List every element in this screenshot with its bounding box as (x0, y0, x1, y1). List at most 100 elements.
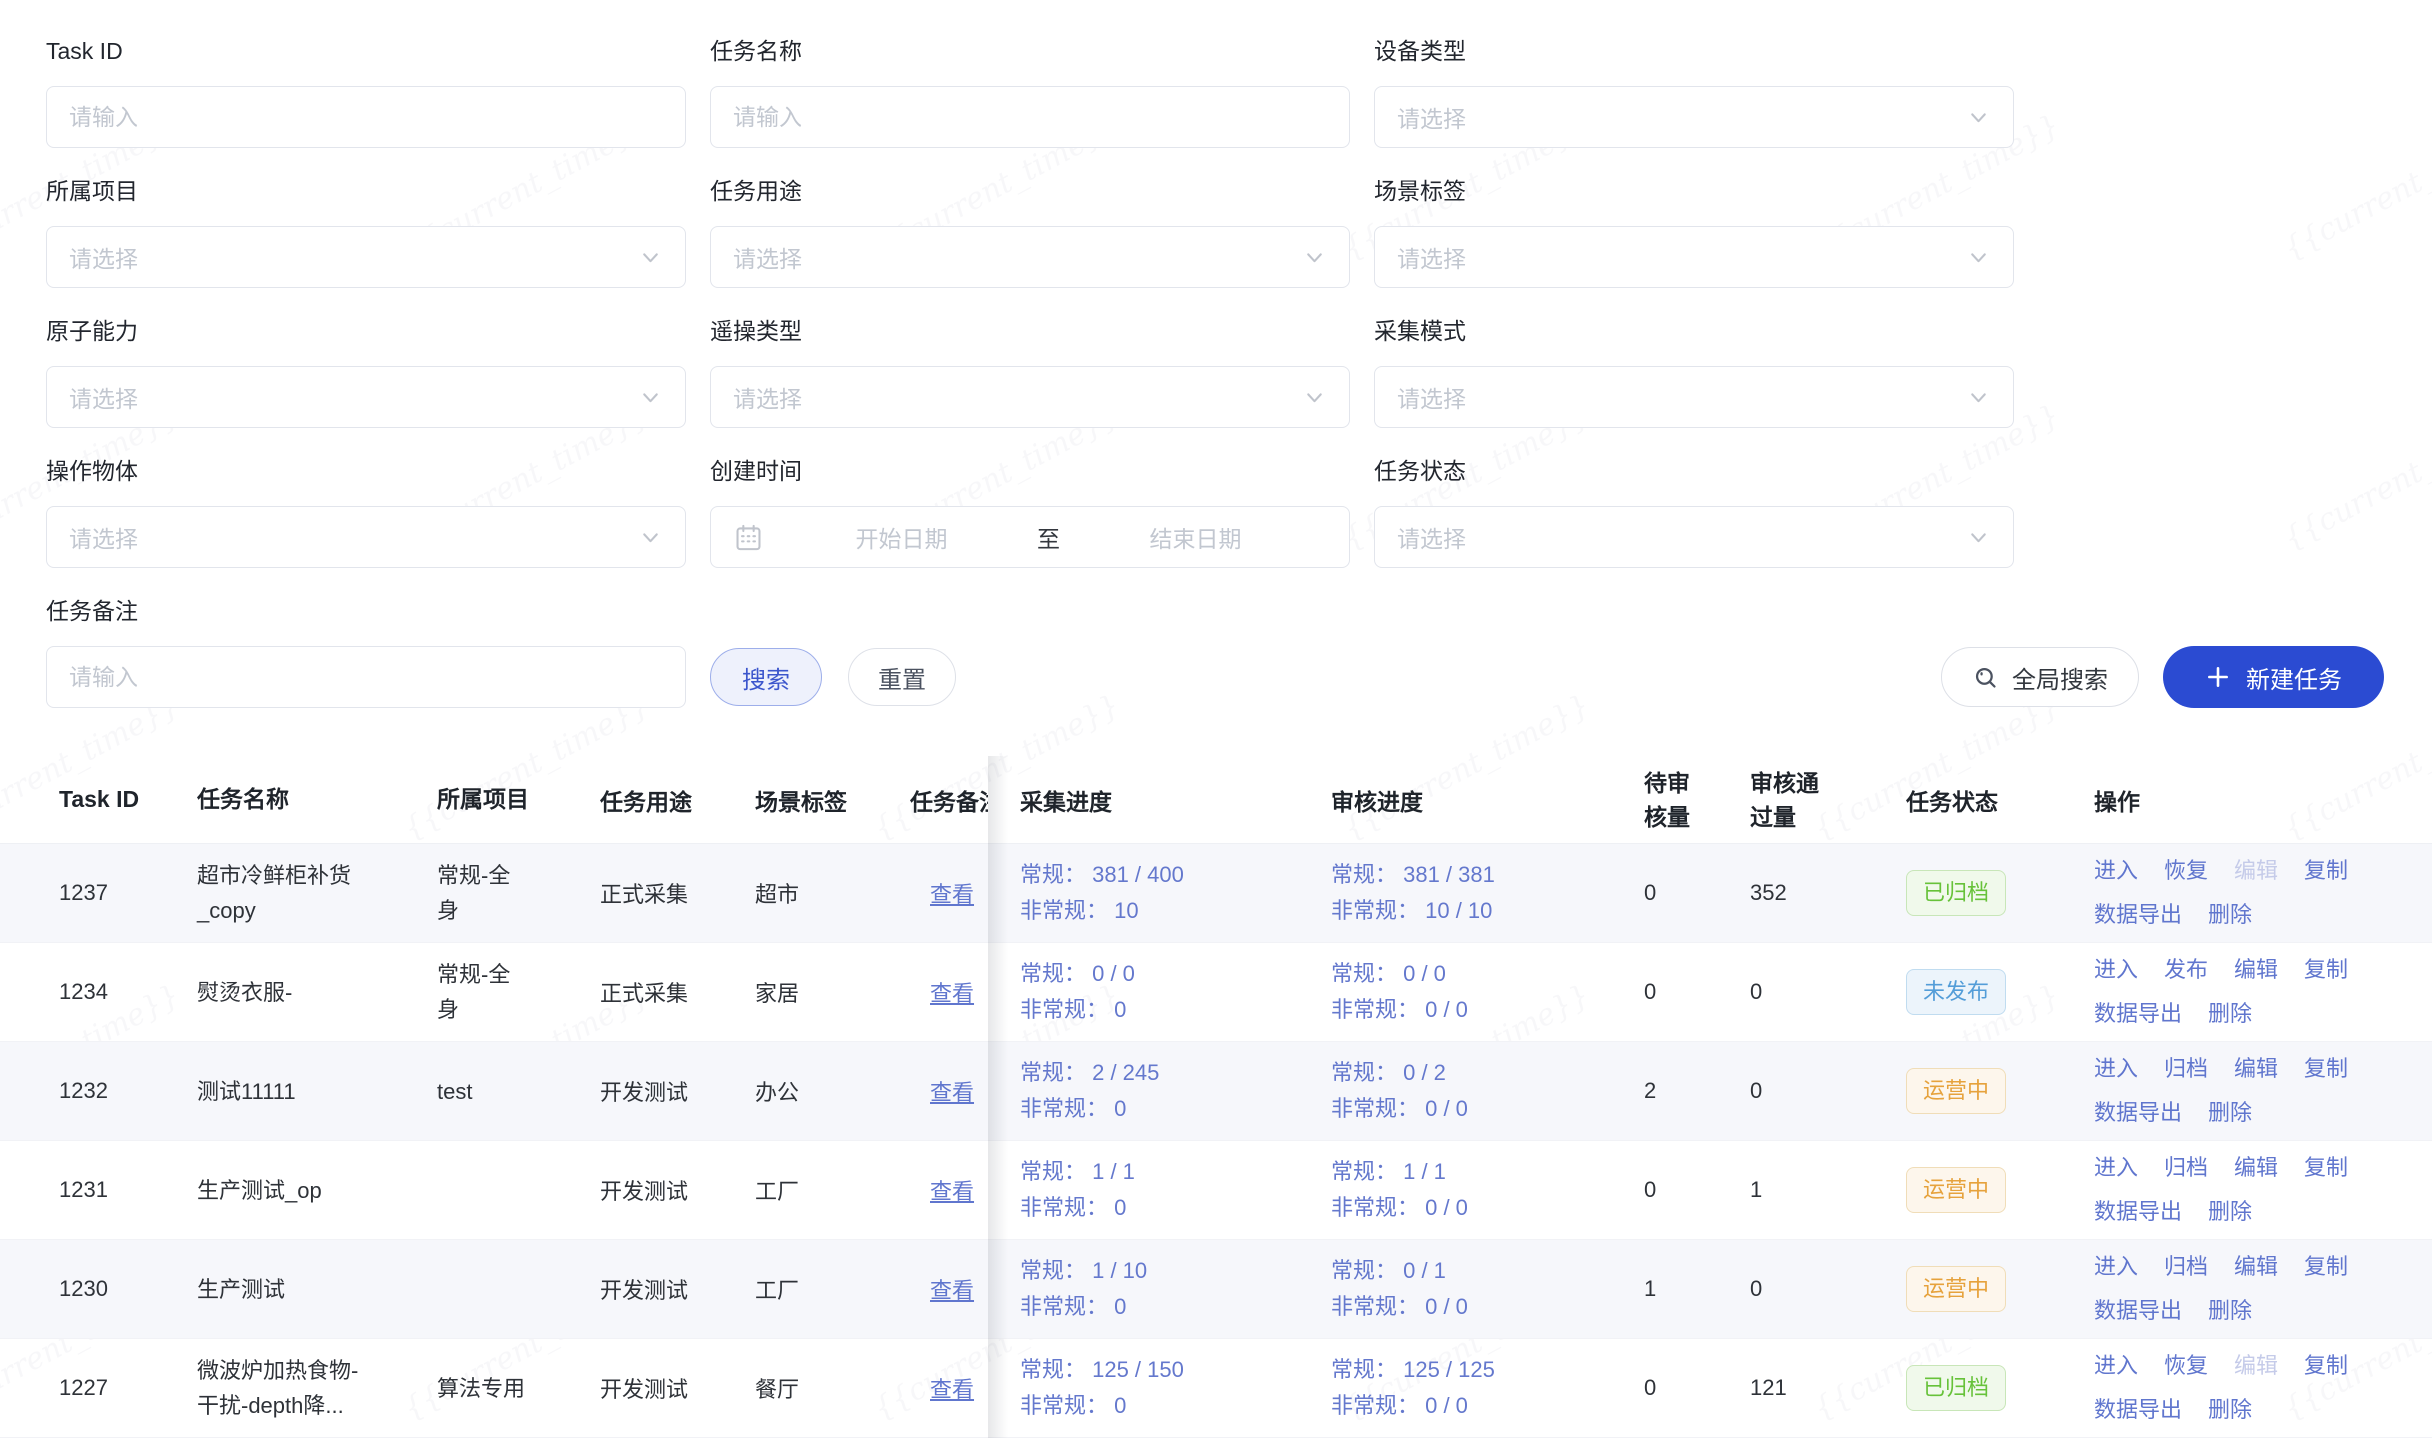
filter-field-task-name: 任务名称 (710, 36, 1350, 148)
action-link[interactable]: 数据导出 (2094, 1096, 2182, 1130)
remark-view-link[interactable]: 查看 (930, 981, 974, 1006)
progress-regular: 常规： 0 / 1 (1331, 1253, 1636, 1289)
action-link[interactable]: 编辑 (2234, 1052, 2278, 1086)
search-button[interactable]: 搜索 (710, 648, 822, 706)
action-link[interactable]: 进入 (2094, 1349, 2138, 1383)
progress-irregular: 非常规： 0 / 0 (1331, 992, 1636, 1028)
create-task-button[interactable]: 新建任务 (2163, 646, 2384, 708)
atomic-ability-select[interactable]: 请选择 (46, 366, 686, 428)
device-type-select[interactable]: 请选择 (1374, 86, 2014, 148)
create-time-range-picker[interactable]: 开始日期至结束日期 (710, 506, 1350, 568)
cell-review-progress: 常规： 0 / 0非常规： 0 / 0 (1331, 956, 1636, 1028)
task-id-input[interactable] (69, 104, 663, 131)
action-link[interactable]: 删除 (2208, 997, 2252, 1031)
progress-regular: 常规： 381 / 381 (1331, 857, 1636, 893)
cell-pending-count: 0 (1636, 880, 1726, 906)
action-link[interactable]: 数据导出 (2094, 898, 2182, 932)
action-link[interactable]: 删除 (2208, 1195, 2252, 1229)
table-row: 1230生产测试开发测试工厂查看常规： 1 / 10非常规： 0常规： 0 / … (0, 1240, 2432, 1339)
action-link[interactable]: 数据导出 (2094, 1294, 2182, 1328)
cell-remark: 查看 (910, 877, 988, 909)
action-link[interactable]: 发布 (2164, 953, 2208, 987)
action-link[interactable]: 恢复 (2164, 854, 2208, 888)
action-link[interactable]: 复制 (2304, 1052, 2348, 1086)
cell-remark: 查看 (910, 1075, 988, 1107)
action-link[interactable]: 删除 (2208, 1393, 2252, 1427)
action-link[interactable]: 进入 (2094, 953, 2138, 987)
filter-field-task-id: Task ID (46, 36, 686, 148)
action-link[interactable]: 数据导出 (2094, 1195, 2182, 1229)
global-search-button[interactable]: 全局搜索 (1941, 647, 2139, 707)
progress-irregular: 非常规： 0 / 0 (1331, 1289, 1636, 1325)
cell-collect-progress: 常规： 125 / 150非常规： 0 (988, 1352, 1331, 1424)
teleop-type-label: 遥操类型 (710, 316, 1350, 346)
remark-view-link[interactable]: 查看 (930, 1179, 974, 1204)
task-purpose-select[interactable]: 请选择 (710, 226, 1350, 288)
task-name-input[interactable] (733, 104, 1327, 131)
remark-view-link[interactable]: 查看 (930, 1080, 974, 1105)
operate-object-select[interactable]: 请选择 (46, 506, 686, 568)
action-link[interactable]: 删除 (2208, 898, 2252, 932)
cell-project: 算法专用 (437, 1371, 600, 1406)
action-link[interactable]: 进入 (2094, 1151, 2138, 1185)
header-actions: 全局搜索 新建任务 (1941, 646, 2384, 708)
scene-tag-select[interactable]: 请选择 (1374, 226, 2014, 288)
progress-irregular: 非常规： 0 (1020, 1388, 1331, 1424)
date-range-separator: 至 (1033, 520, 1064, 554)
task-status-select[interactable]: 请选择 (1374, 506, 2014, 568)
action-link[interactable]: 进入 (2094, 854, 2138, 888)
cell-pending-count: 2 (1636, 1078, 1726, 1104)
chevron-down-icon (1966, 525, 1991, 550)
action-link[interactable]: 数据导出 (2094, 997, 2182, 1031)
remark-view-link[interactable]: 查看 (930, 1278, 974, 1303)
cell-status: 未发布 (1846, 969, 2074, 1015)
action-link[interactable]: 数据导出 (2094, 1393, 2182, 1427)
action-link[interactable]: 复制 (2304, 1151, 2348, 1185)
cell-task-id: 1231 (0, 1177, 197, 1203)
action-link[interactable]: 恢复 (2164, 1349, 2208, 1383)
chevron-down-icon (638, 385, 663, 410)
cell-task-name: 生产测试_op (197, 1173, 437, 1208)
cell-project: test (437, 1074, 600, 1109)
reset-button[interactable]: 重置 (848, 648, 956, 706)
cell-purpose: 开发测试 (600, 1174, 755, 1206)
cell-scene: 超市 (755, 877, 910, 909)
remark-view-link[interactable]: 查看 (930, 882, 974, 907)
cell-remark: 查看 (910, 976, 988, 1008)
task-status-label: 任务状态 (1374, 456, 2014, 486)
device-type-label: 设备类型 (1374, 36, 2014, 66)
action-link[interactable]: 归档 (2164, 1151, 2208, 1185)
teleop-type-select[interactable]: 请选择 (710, 366, 1350, 428)
task-remark-input[interactable] (69, 664, 663, 691)
progress-regular: 常规： 2 / 245 (1020, 1055, 1331, 1091)
action-link[interactable]: 编辑 (2234, 953, 2278, 987)
col-header-review: 审核进度 (1331, 783, 1636, 817)
progress-regular: 常规： 381 / 400 (1020, 857, 1331, 893)
action-link[interactable]: 归档 (2164, 1052, 2208, 1086)
collect-mode-select[interactable]: 请选择 (1374, 366, 2014, 428)
operate-object-label: 操作物体 (46, 456, 686, 486)
cell-task-name: 超市冷鲜柜补货_copy (197, 858, 437, 928)
action-link[interactable]: 复制 (2304, 854, 2348, 888)
action-link[interactable]: 复制 (2304, 953, 2348, 987)
search-icon (1972, 664, 1999, 691)
start-date-input[interactable]: 开始日期 (770, 520, 1033, 554)
action-link[interactable]: 归档 (2164, 1250, 2208, 1284)
filter-field-task-status: 任务状态请选择 (1374, 456, 2014, 568)
chevron-down-icon (1966, 385, 1991, 410)
end-date-input[interactable]: 结束日期 (1064, 520, 1327, 554)
action-link[interactable]: 复制 (2304, 1349, 2348, 1383)
action-link: 编辑 (2234, 854, 2278, 888)
action-link[interactable]: 删除 (2208, 1096, 2252, 1130)
action-link[interactable]: 删除 (2208, 1294, 2252, 1328)
cell-approved-count: 0 (1726, 979, 1846, 1005)
action-link[interactable]: 复制 (2304, 1250, 2348, 1284)
remark-view-link[interactable]: 查看 (930, 1377, 974, 1402)
action-link[interactable]: 进入 (2094, 1052, 2138, 1086)
cell-remark: 查看 (910, 1273, 988, 1305)
action-link[interactable]: 编辑 (2234, 1250, 2278, 1284)
action-link[interactable]: 编辑 (2234, 1151, 2278, 1185)
progress-regular: 常规： 0 / 2 (1331, 1055, 1636, 1091)
project-select[interactable]: 请选择 (46, 226, 686, 288)
action-link[interactable]: 进入 (2094, 1250, 2138, 1284)
